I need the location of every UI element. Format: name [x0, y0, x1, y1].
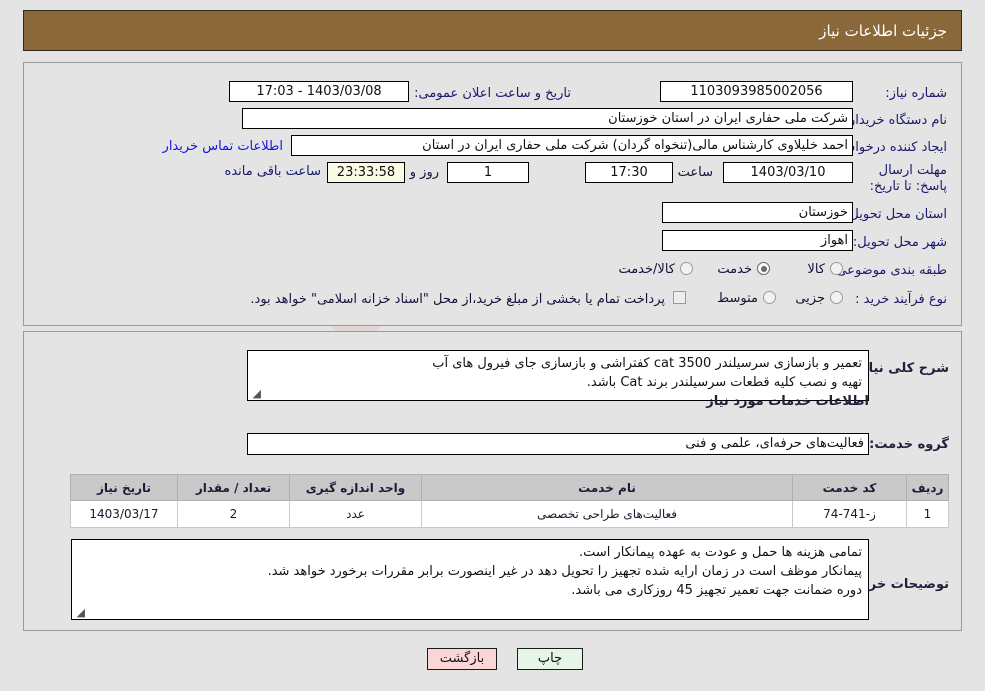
col-header-quantity: تعداد / مقدار — [177, 474, 290, 501]
resize-grip-icon[interactable]: ◢ — [75, 607, 85, 618]
general-description-line-2: تهیه و نصب کلیه قطعات سرسیلندر برند Cat … — [586, 375, 862, 390]
page-title: جزئیات اطلاعات نیاز — [819, 21, 947, 40]
announce-datetime-label: تاریخ و ساعت اعلان عمومی: — [414, 86, 571, 101]
radio-category-goods-label: کالا — [807, 262, 825, 277]
delivery-city-value: اهواز — [662, 230, 853, 251]
need-summary-panel: شماره نیاز: 1103093985002056 تاریخ و ساع… — [23, 62, 962, 326]
buyer-notes-textarea[interactable]: تمامی هزینه ها حمل و عودت به عهده پیمانک… — [71, 539, 869, 620]
radio-category-goods-service[interactable] — [680, 262, 693, 275]
service-group-label: گروه خدمت: — [869, 437, 949, 452]
remaining-countdown: 23:33:58 — [327, 162, 405, 183]
radio-process-minor[interactable] — [830, 291, 843, 304]
window-title-bar: جزئیات اطلاعات نیاز — [23, 10, 962, 51]
remaining-suffix-label: ساعت باقی مانده — [224, 164, 321, 179]
resize-grip-icon[interactable]: ◢ — [251, 388, 261, 399]
delivery-city-label: شهر محل تحویل: — [852, 235, 947, 250]
remaining-days-label: روز و — [409, 165, 439, 180]
services-section-heading: اطلاعات خدمات مورد نیاز — [706, 394, 869, 409]
subject-category-label: طبقه بندی موضوعی: — [831, 263, 947, 278]
radio-category-goods-service-label: کالا/خدمت — [618, 262, 675, 277]
buyer-contact-link[interactable]: اطلاعات تماس خریدار — [163, 137, 283, 156]
cell-service-code: ز-741-74 — [792, 500, 907, 528]
radio-process-minor-label: جزیی — [795, 291, 825, 306]
purchase-process-label: نوع فرآیند خرید : — [855, 292, 947, 307]
page-root: جزئیات اطلاعات نیاز AriaTender.net شماره… — [0, 0, 985, 691]
radio-category-goods[interactable] — [830, 262, 843, 275]
buyer-notes-line-1: تمامی هزینه ها حمل و عودت به عهده پیمانک… — [578, 545, 862, 560]
services-table: ردیف کد خدمت نام خدمت واحد اندازه گیری ت… — [70, 474, 949, 528]
cell-need-date: 1403/03/17 — [70, 500, 178, 528]
request-creator-value: احمد خلیلاوی کارشناس مالی(تنخواه گردان) … — [291, 135, 853, 156]
buyer-notes-line-2: پیمانکار موظف است در زمان ارایه شده تجهی… — [267, 564, 862, 579]
print-button[interactable]: چاپ — [517, 648, 583, 670]
reply-deadline-time-label: ساعت — [677, 165, 713, 180]
islamic-treasury-checkbox[interactable] — [673, 291, 686, 304]
cell-service-name: فعالیت‌های طراحی تخصصی — [421, 500, 793, 528]
cell-index: 1 — [906, 500, 949, 528]
need-number-label: شماره نیاز: — [885, 86, 947, 101]
need-number-value: 1103093985002056 — [660, 81, 853, 102]
reply-deadline-time: 17:30 — [585, 162, 673, 183]
reply-deadline-date: 1403/03/10 — [723, 162, 853, 183]
buyer-org-label: نام دستگاه خریدار: — [844, 113, 947, 128]
buyer-org-value: شرکت ملی حفاری ایران در استان خوزستان — [242, 108, 853, 129]
need-details-panel: شرح کلی نیاز: تعمیر و بازسازی سرسیلندر c… — [23, 331, 962, 631]
cell-unit: عدد — [289, 500, 422, 528]
general-description-line-1: تعمیر و بازسازی سرسیلندر cat 3500 کفتراش… — [432, 356, 862, 371]
col-header-service-code: کد خدمت — [792, 474, 907, 501]
radio-process-medium-label: متوسط — [717, 291, 758, 306]
col-header-unit: واحد اندازه گیری — [289, 474, 422, 501]
service-group-value: فعالیت‌های حرفه‌ای، علمی و فنی — [247, 433, 869, 455]
table-header-row: ردیف کد خدمت نام خدمت واحد اندازه گیری ت… — [70, 474, 949, 501]
col-header-index: ردیف — [906, 474, 949, 501]
delivery-province-value: خوزستان — [662, 202, 853, 223]
remaining-days-value: 1 — [447, 162, 529, 183]
delivery-province-label: استان محل تحویل: — [845, 207, 947, 222]
buyer-notes-line-3: دوره ضمانت جهت تعمیر تجهیز 45 روزکاری می… — [571, 583, 862, 598]
back-button[interactable]: بازگشت — [427, 648, 497, 670]
cell-quantity: 2 — [177, 500, 290, 528]
general-description-label: شرح کلی نیاز: — [855, 361, 949, 376]
announce-datetime-value: 1403/03/08 - 17:03 — [229, 81, 409, 102]
radio-category-service-label: خدمت — [717, 262, 752, 277]
col-header-need-date: تاریخ نیاز — [70, 474, 178, 501]
radio-category-service[interactable] — [757, 262, 770, 275]
reply-deadline-label: مهلت ارسال پاسخ: تا تاریخ: — [869, 163, 947, 194]
col-header-service-name: نام خدمت — [421, 474, 793, 501]
islamic-treasury-note: پرداخت تمام یا بخشی از مبلغ خرید،از محل … — [250, 292, 665, 307]
radio-process-medium[interactable] — [763, 291, 776, 304]
table-row: 1 ز-741-74 فعالیت‌های طراحی تخصصی عدد 2 … — [70, 500, 949, 528]
